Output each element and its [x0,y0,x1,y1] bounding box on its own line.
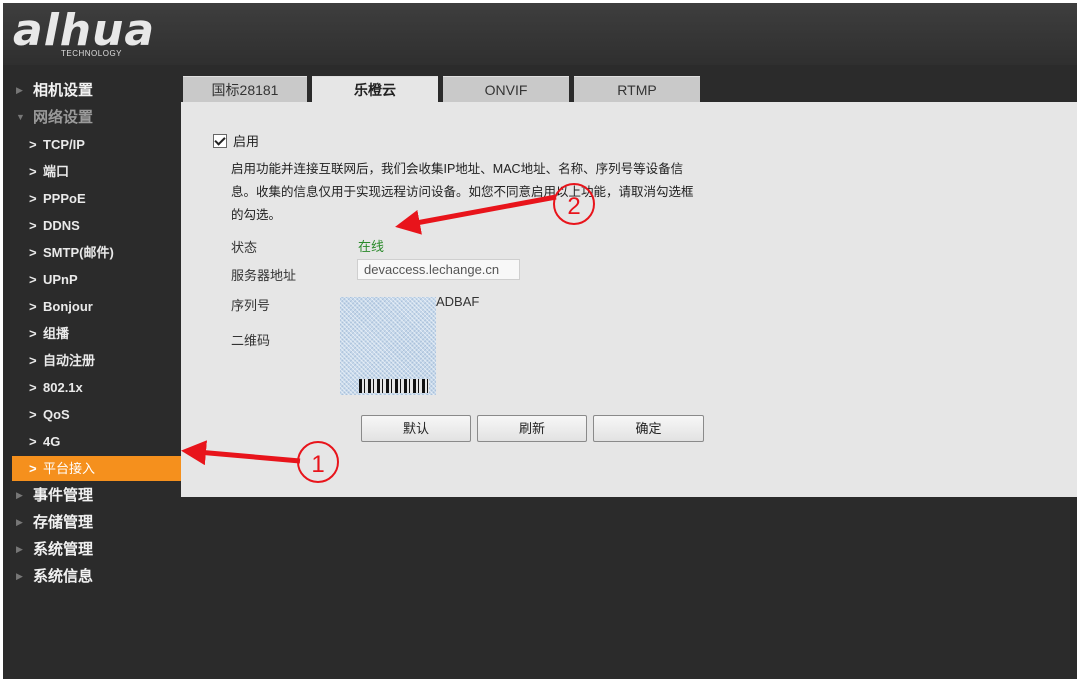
sidebar-item-label: PPPoE [43,191,86,206]
tab-onvif[interactable]: ONVIF [443,76,569,103]
sidebar-item-label: DDNS [43,218,80,233]
chevron-right-icon: > [29,137,37,152]
chevron-right-icon: > [29,218,37,233]
sidebar-item-label: 平台接入 [43,461,96,476]
sidebar-item-8021x[interactable]: >802.1x [3,374,181,401]
sidebar-item-label: TCP/IP [43,137,85,152]
sidebar-item-qos[interactable]: > QoS [3,401,181,428]
chevron-right-icon: > [29,191,37,206]
privacy-notice: 启用功能并连接互联网后，我们会收集IP地址、MAC地址、名称、序列号等设备信 息… [231,158,711,227]
status-label: 状态 [231,240,258,255]
chevron-right-icon: > [29,461,37,476]
sidebar-category-system-info[interactable]: ▶ 系统信息 [3,563,181,590]
tab-lechange-cloud[interactable]: 乐橙云 [312,76,438,104]
chevron-right-icon: > [29,299,37,314]
triangle-right-icon: ▶ [16,517,23,527]
triangle-right-icon: ▶ [16,544,23,554]
server-address-input[interactable] [357,259,520,280]
sidebar-nav: ▶ 相机设置 ▼ 网络设置 > TCP/IP > 端口 > PPPoE > DDNS >… [3,77,181,590]
enable-checkbox[interactable] [213,134,227,148]
logo-subtitle: TECHNOLOGY [61,49,123,58]
tab-bar: 国标28181 乐橙云 ONVIF RTMP [181,76,1077,104]
default-button[interactable]: 默认 [361,415,471,442]
sidebar-category-storage-management[interactable]: ▶ 存储管理 [3,509,181,536]
app-window: alhua TECHNOLOGY ▶ 相机设置 ▼ 网络设置 > TCP/IP >… [3,3,1077,679]
refresh-button[interactable]: 刷新 [477,415,587,442]
triangle-right-icon: ▶ [16,85,23,95]
sidebar-category-camera-settings[interactable]: ▶ 相机设置 [3,77,181,104]
category-label: 系统管理 [33,541,94,558]
sidebar-item-bonjour[interactable]: > Bonjour [3,293,181,320]
chevron-right-icon: > [29,407,37,422]
triangle-right-icon: ▶ [16,571,23,581]
sidebar-item-label: SMTP(邮件) [43,245,114,260]
sidebar-category-network-settings[interactable]: ▼ 网络设置 [3,104,181,131]
sidebar-item-label: QoS [43,407,70,422]
sidebar-item-tcpip[interactable]: > TCP/IP [3,131,181,158]
sidebar-item-label: 802.1x [43,380,83,395]
category-label: 相机设置 [33,82,94,99]
status-value: 在线 [358,239,385,254]
sidebar-item-label: 端口 [43,164,70,179]
chevron-right-icon: > [29,164,37,179]
sidebar-item-smtp[interactable]: > SMTP(邮件) [3,239,181,266]
sidebar-item-label: Bonjour [43,299,93,314]
tab-gb28181[interactable]: 国标28181 [183,76,307,103]
serial-number-value: ADBAF [436,294,480,309]
category-label: 网络设置 [33,109,94,126]
sidebar-item-upnp[interactable]: > UPnP [3,266,181,293]
sidebar-item-label: 自动注册 [43,353,96,368]
sidebar-category-system-management[interactable]: ▶ 系统管理 [3,536,181,563]
confirm-button[interactable]: 确定 [593,415,704,442]
notice-line: 的勾选。 [231,208,282,222]
server-address-label: 服务器地址 [231,268,297,283]
empty-content-area [181,497,1077,679]
chevron-right-icon: > [29,434,37,449]
sidebar-item-label: 4G [43,434,61,449]
header-bar: alhua TECHNOLOGY [3,3,1077,65]
sidebar-item-auto-register[interactable]: > 自动注册 [3,347,181,374]
sidebar-item-platform-access[interactable]: > 平台接入 [12,456,181,481]
enable-label: 启用 [233,134,260,149]
qrcode-label: 二维码 [231,333,271,348]
sidebar-item-label: UPnP [43,272,78,287]
tab-rtmp[interactable]: RTMP [574,76,700,103]
chevron-right-icon: > [29,245,37,260]
category-label: 系统信息 [33,568,94,585]
triangle-right-icon: ▶ [16,490,23,500]
notice-line: 息。收集的信息仅用于实现远程访问设备。如您不同意启用以上功能，请取消勾选框 [231,185,694,199]
settings-panel: 启用 启用功能并连接互联网后，我们会收集IP地址、MAC地址、名称、序列号等设备… [181,102,1077,497]
chevron-right-icon: > [29,353,37,368]
sidebar-item-multicast[interactable]: > 组播 [3,320,181,347]
category-label: 事件管理 [33,487,94,504]
triangle-down-icon: ▼ [16,112,25,122]
chevron-right-icon: > [29,326,37,341]
category-label: 存储管理 [33,514,94,531]
chevron-right-icon: > [29,380,37,395]
sidebar-item-ddns[interactable]: > DDNS [3,212,181,239]
sidebar-item-4g[interactable]: >4G [3,428,181,455]
chevron-right-icon: > [29,272,37,287]
serial-number-label: 序列号 [231,298,271,313]
sidebar-category-event-management[interactable]: ▶ 事件管理 [3,482,181,509]
sidebar-item-pppoe[interactable]: > PPPoE [3,185,181,212]
notice-line: 启用功能并连接互联网后，我们会收集IP地址、MAC地址、名称、序列号等设备信 [231,162,684,176]
sidebar-item-port[interactable]: > 端口 [3,158,181,185]
enable-checkbox-row[interactable]: 启用 [213,131,259,150]
qrcode-image [359,379,429,393]
sidebar-item-label: 组播 [43,326,70,341]
brand-logo: alhua TECHNOLOGY [13,5,173,61]
